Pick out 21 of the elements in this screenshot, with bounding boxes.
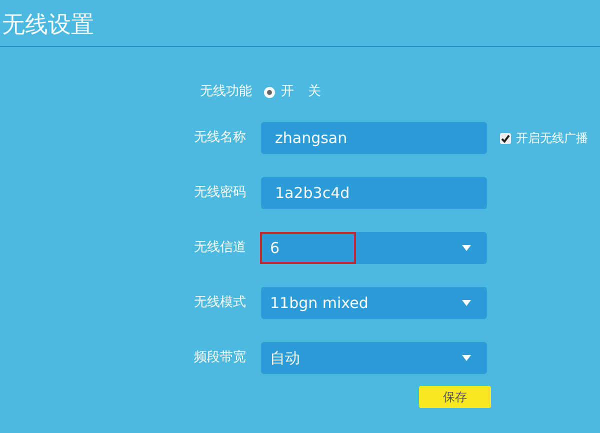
caret-icon [462, 355, 471, 361]
checkbox-option[interactable]: 开启无线广播 [500, 129, 588, 147]
field-label: 无线模式 [194, 294, 246, 312]
checkbox[interactable] [500, 132, 511, 144]
field-label: 无线密码 [194, 184, 246, 202]
radio-button[interactable] [264, 86, 275, 98]
field-label: 无线功能 [200, 83, 252, 102]
radio-option[interactable]: 开 [264, 82, 294, 102]
text-field[interactable]: zhangsan [261, 122, 487, 154]
save-button[interactable]: 保存 [419, 386, 491, 408]
field-label: 频段带宽 [194, 349, 246, 368]
text-field[interactable]: 1a2b3c4d [261, 177, 487, 209]
field-label: 无线信道 [194, 239, 246, 258]
caret-icon [462, 300, 471, 306]
field-label: 无线名称 [194, 129, 246, 148]
radio-option[interactable]: 关 [308, 82, 321, 102]
caret-icon [462, 245, 471, 251]
dropdown-field[interactable]: 11bgn mixed [261, 287, 487, 319]
dropdown-field[interactable]: 自动 [261, 342, 487, 374]
dropdown-field[interactable]: 6 [261, 232, 487, 264]
page-title: 无线设置 [2, 11, 94, 40]
